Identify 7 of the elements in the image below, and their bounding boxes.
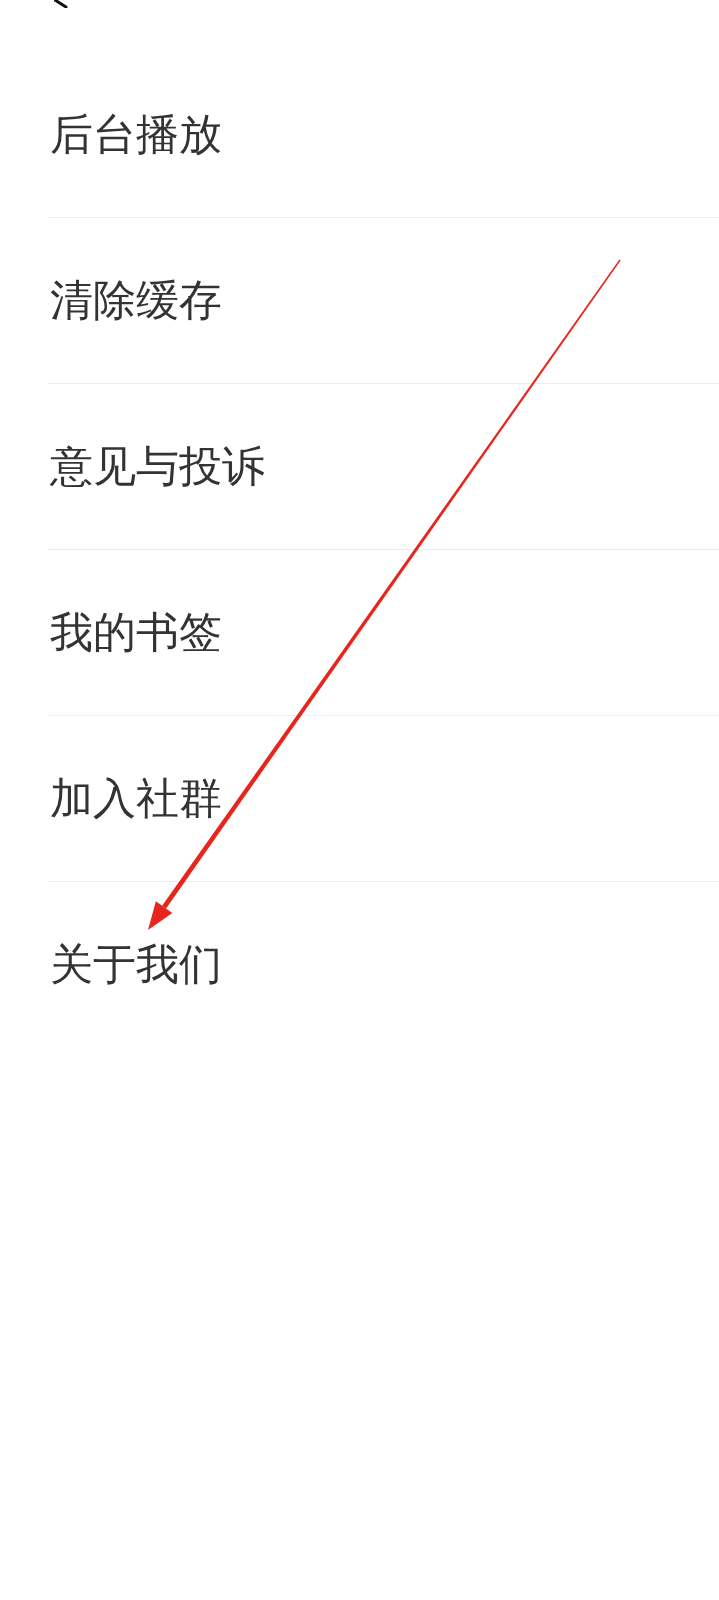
back-icon[interactable] (54, 0, 68, 8)
menu-item[interactable]: 意见与投诉 (50, 440, 265, 493)
menu-item[interactable]: 清除缓存 (50, 274, 222, 327)
menu-item[interactable]: 关于我们 (50, 939, 222, 991)
menu-item[interactable]: 加入社群 (50, 772, 222, 825)
menu-item[interactable]: 后台播放 (50, 108, 222, 161)
menu-item[interactable]: 我的书签 (50, 606, 222, 659)
